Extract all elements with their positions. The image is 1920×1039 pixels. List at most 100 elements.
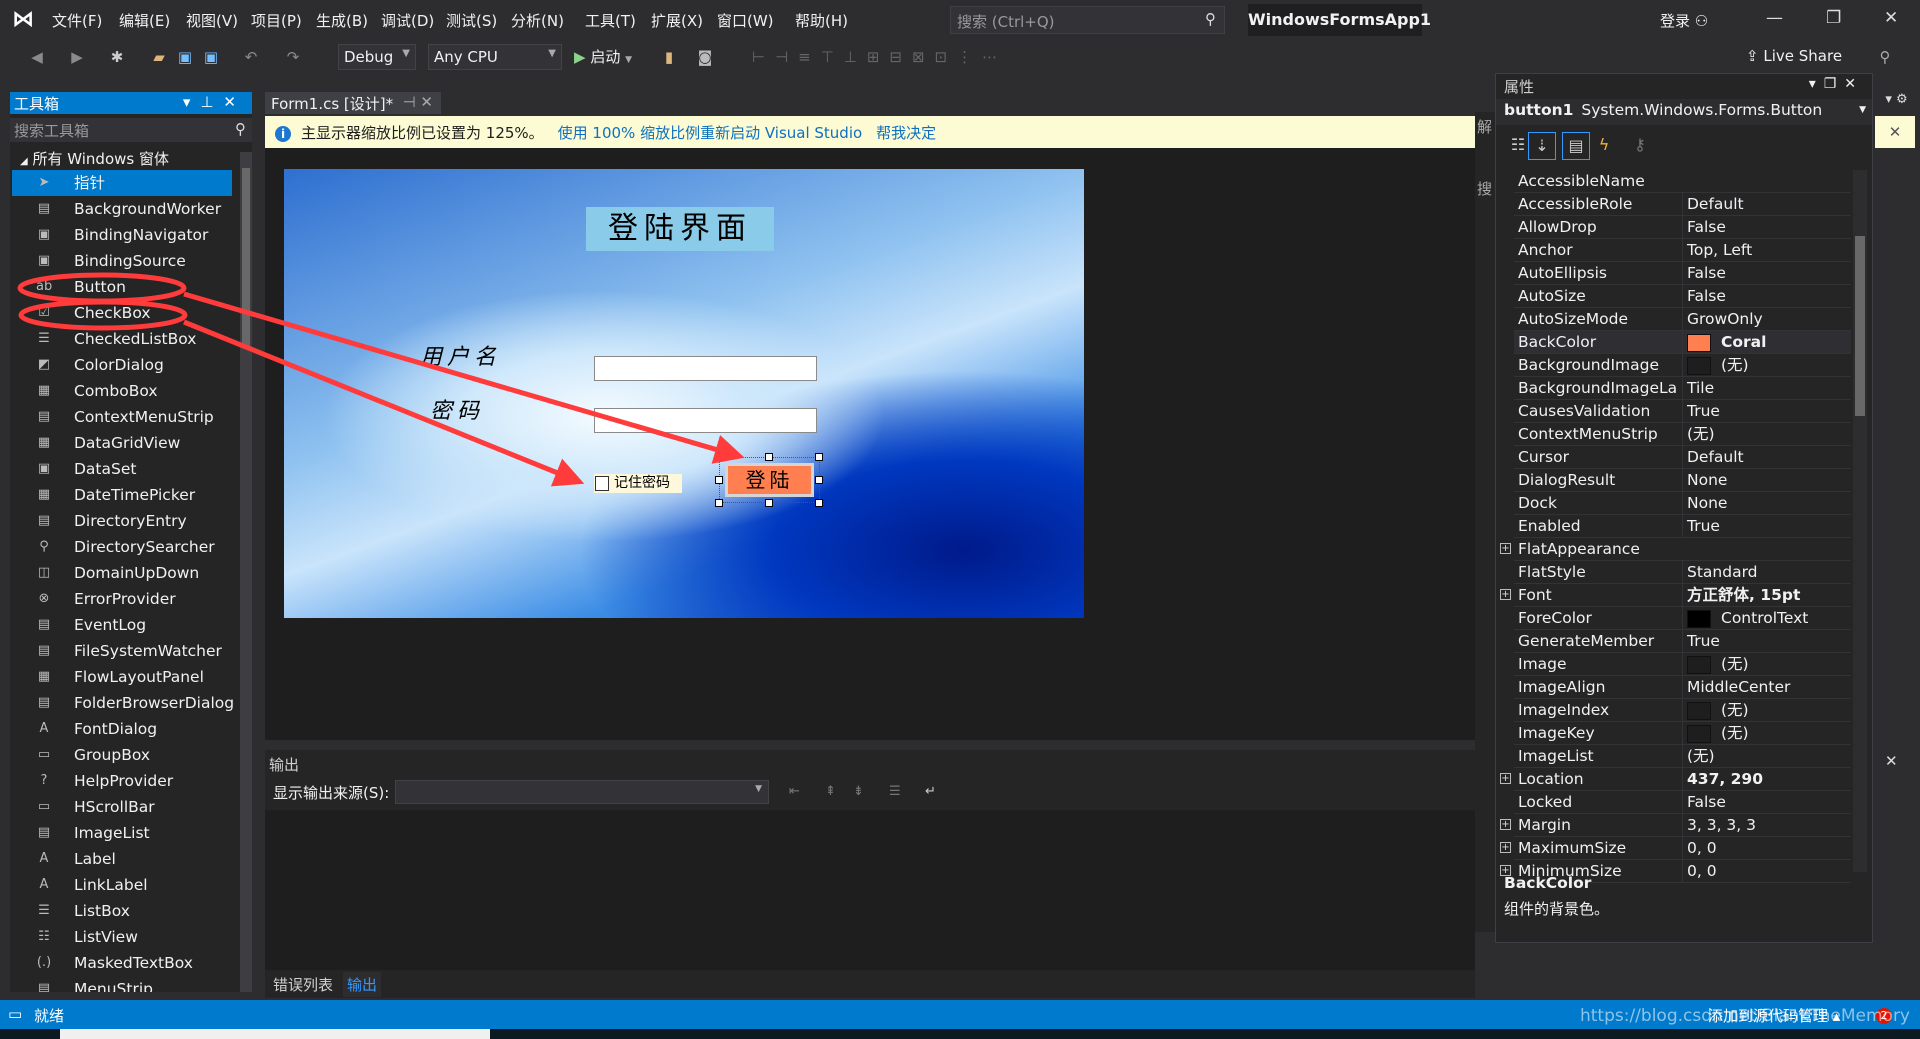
toolbox-item-label[interactable]: A Label <box>12 846 232 872</box>
toolbox-item-dataset[interactable]: ▣ DataSet <box>12 456 232 482</box>
redo-icon[interactable]: ↷ <box>284 48 302 66</box>
toolbox-item-helpprovider[interactable]: ? HelpProvider <box>12 768 232 794</box>
property-row-maximumsize[interactable]: + MaximumSize 0, 0 <box>1500 837 1851 860</box>
property-value[interactable]: None <box>1682 492 1850 514</box>
property-row-autosize[interactable]: AutoSize False <box>1514 285 1851 308</box>
property-row-flatstyle[interactable]: FlatStyle Standard <box>1514 561 1851 584</box>
restore-button[interactable]: ❐ <box>1826 8 1841 28</box>
property-row-backgroundimage[interactable]: BackgroundImage (无) <box>1514 354 1851 377</box>
property-value[interactable]: True <box>1682 400 1850 422</box>
toolbox-item-colordialog[interactable]: ◩ ColorDialog <box>12 352 232 378</box>
prev-message-icon[interactable]: ⇞ <box>825 784 836 799</box>
toolbox-item-bindingsource[interactable]: ▣ BindingSource <box>12 248 232 274</box>
username-textbox[interactable] <box>594 356 817 381</box>
resize-handle[interactable] <box>765 453 773 461</box>
output-text-area[interactable] <box>265 810 1475 970</box>
property-row-backgroundimagelayout[interactable]: BackgroundImageLayout Tile <box>1514 377 1851 400</box>
goto-line-icon[interactable]: ⇤ <box>789 784 800 799</box>
property-pages-wrench-icon[interactable]: ⚷ <box>1626 132 1654 160</box>
property-row-flatappearance[interactable]: + FlatAppearance <box>1500 538 1851 561</box>
property-row-font[interactable]: + Font 方正舒体, 15pt <box>1500 584 1851 607</box>
property-row-image[interactable]: Image (无) <box>1514 653 1851 676</box>
resize-handle[interactable] <box>715 499 723 507</box>
property-value[interactable]: 方正舒体, 15pt <box>1682 584 1850 606</box>
property-value[interactable]: (无) <box>1682 354 1850 376</box>
property-value[interactable]: False <box>1682 791 1850 813</box>
property-row-margin[interactable]: + Margin 3, 3, 3, 3 <box>1500 814 1851 837</box>
toolbox-item-datagridview[interactable]: ▦ DataGridView <box>12 430 232 456</box>
restart-100-link[interactable]: 使用 100% 缩放比例重新启动 Visual Studio <box>558 124 863 142</box>
menu-item[interactable]: 视图(V) <box>186 10 238 31</box>
property-value[interactable]: None <box>1682 469 1850 491</box>
open-icon[interactable]: ▰ <box>150 48 168 66</box>
toolbox-item-directoryentry[interactable]: ▤ DirectoryEntry <box>12 508 232 534</box>
toolbox-item-menustrip[interactable]: ▤ MenuStrip <box>12 976 232 992</box>
close-window-button[interactable]: ✕ <box>1884 8 1898 28</box>
menu-item[interactable]: 文件(F) <box>52 10 102 31</box>
expand-icon[interactable]: + <box>1500 842 1511 853</box>
toolbox-item-hscrollbar[interactable]: ▭ HScrollBar <box>12 794 232 820</box>
property-row-locked[interactable]: Locked False <box>1514 791 1851 814</box>
tab-output[interactable]: 输出 <box>343 972 382 997</box>
property-value[interactable]: Top, Left <box>1682 239 1850 261</box>
toolbox-item-datetimepicker[interactable]: ▦ DateTimePicker <box>12 482 232 508</box>
toolbox-item-listview[interactable]: ☷ ListView <box>12 924 232 950</box>
property-value[interactable]: GrowOnly <box>1682 308 1850 330</box>
tab-form1-designer[interactable]: Form1.cs [设计]* ⊣ ✕ <box>265 92 441 114</box>
screenshot-icon[interactable]: ◙ <box>696 48 714 66</box>
remember-password-checkbox[interactable]: 记住密码 <box>594 474 682 493</box>
form-title-label[interactable]: 登陆界面 <box>586 207 774 251</box>
property-grid-scroll-thumb[interactable] <box>1855 236 1865 416</box>
undo-icon[interactable]: ↶ <box>242 48 260 66</box>
property-row-autoellipsis[interactable]: AutoEllipsis False <box>1514 262 1851 285</box>
tab-error-list[interactable]: 错误列表 <box>269 972 337 997</box>
properties-view-icon[interactable]: ▤ <box>1562 132 1590 160</box>
menu-item[interactable]: 分析(N) <box>511 10 564 31</box>
live-share-button[interactable]: ⇪ Live Share <box>1746 47 1842 65</box>
alphabetical-icon[interactable]: ⇣ <box>1528 132 1556 160</box>
login-button[interactable]: 登录 ⚇ <box>1660 10 1708 31</box>
toolbox-group-all-windows-forms[interactable]: ◢ 所有 Windows 窗体 <box>20 148 169 169</box>
property-value[interactable]: Coral <box>1682 331 1850 353</box>
property-row-dialogresult[interactable]: DialogResult None <box>1514 469 1851 492</box>
property-row-backcolor[interactable]: BackColor Coral <box>1514 331 1851 354</box>
property-row-enabled[interactable]: Enabled True <box>1514 515 1851 538</box>
property-row-imageindex[interactable]: ImageIndex (无) <box>1514 699 1851 722</box>
property-row-location[interactable]: + Location 437, 290 <box>1500 768 1851 791</box>
username-label[interactable]: 用户名 <box>420 339 501 371</box>
menu-item[interactable]: 帮助(H) <box>795 10 848 31</box>
output-source-dropdown[interactable]: ▼ <box>395 780 769 804</box>
save-icon[interactable]: ▣ <box>176 48 194 66</box>
search-input[interactable]: 搜索 (Ctrl+Q) ⚲ <box>950 6 1225 34</box>
property-row-forecolor[interactable]: ForeColor ControlText <box>1514 607 1851 630</box>
toolbox-item-flowlayoutpanel[interactable]: ▦ FlowLayoutPanel <box>12 664 232 690</box>
next-message-icon[interactable]: ⇟ <box>853 784 864 799</box>
property-value[interactable]: True <box>1682 630 1850 652</box>
clear-all-icon[interactable]: ☰ <box>889 784 901 799</box>
property-value[interactable]: (无) <box>1682 745 1850 767</box>
panel-controls[interactable]: ▾❐✕ <box>1809 76 1864 92</box>
toolbox-item-combobox[interactable]: ▦ ComboBox <box>12 378 232 404</box>
menu-item[interactable]: 项目(P) <box>251 10 302 31</box>
property-row-imagealign[interactable]: ImageAlign MiddleCenter <box>1514 676 1851 699</box>
toolbox-item-domainupdown[interactable]: ◫ DomainUpDown <box>12 560 232 586</box>
toolbox-search-input[interactable]: 搜索工具箱 ⚲ <box>10 118 252 142</box>
resize-handle[interactable] <box>715 453 723 461</box>
output-close-icon[interactable]: ✕ <box>1885 752 1898 770</box>
feedback-icon[interactable]: ⚲ <box>1876 48 1894 66</box>
resize-handle[interactable] <box>815 453 823 461</box>
password-label[interactable]: 密码 <box>430 393 484 425</box>
menu-item[interactable]: 编辑(E) <box>119 10 170 31</box>
menu-item[interactable]: 扩展(X) <box>651 10 703 31</box>
property-value[interactable]: Default <box>1682 193 1850 215</box>
property-value[interactable]: 3, 3, 3, 3 <box>1682 814 1850 836</box>
property-value[interactable]: True <box>1682 515 1850 537</box>
object-selector-dropdown[interactable]: button1 System.Windows.Forms.Button ▼ <box>1496 99 1872 125</box>
solution-explorer-collapsed[interactable]: 解 搜 <box>1475 112 1495 932</box>
toolbox-scroll-thumb[interactable] <box>242 168 250 348</box>
property-value[interactable]: MiddleCenter <box>1682 676 1850 698</box>
toolbox-item-fontdialog[interactable]: A FontDialog <box>12 716 232 742</box>
save-all-icon[interactable]: ▣ <box>202 48 220 66</box>
property-value[interactable]: (无) <box>1682 423 1850 445</box>
property-row-autosizemode[interactable]: AutoSizeMode GrowOnly <box>1514 308 1851 331</box>
